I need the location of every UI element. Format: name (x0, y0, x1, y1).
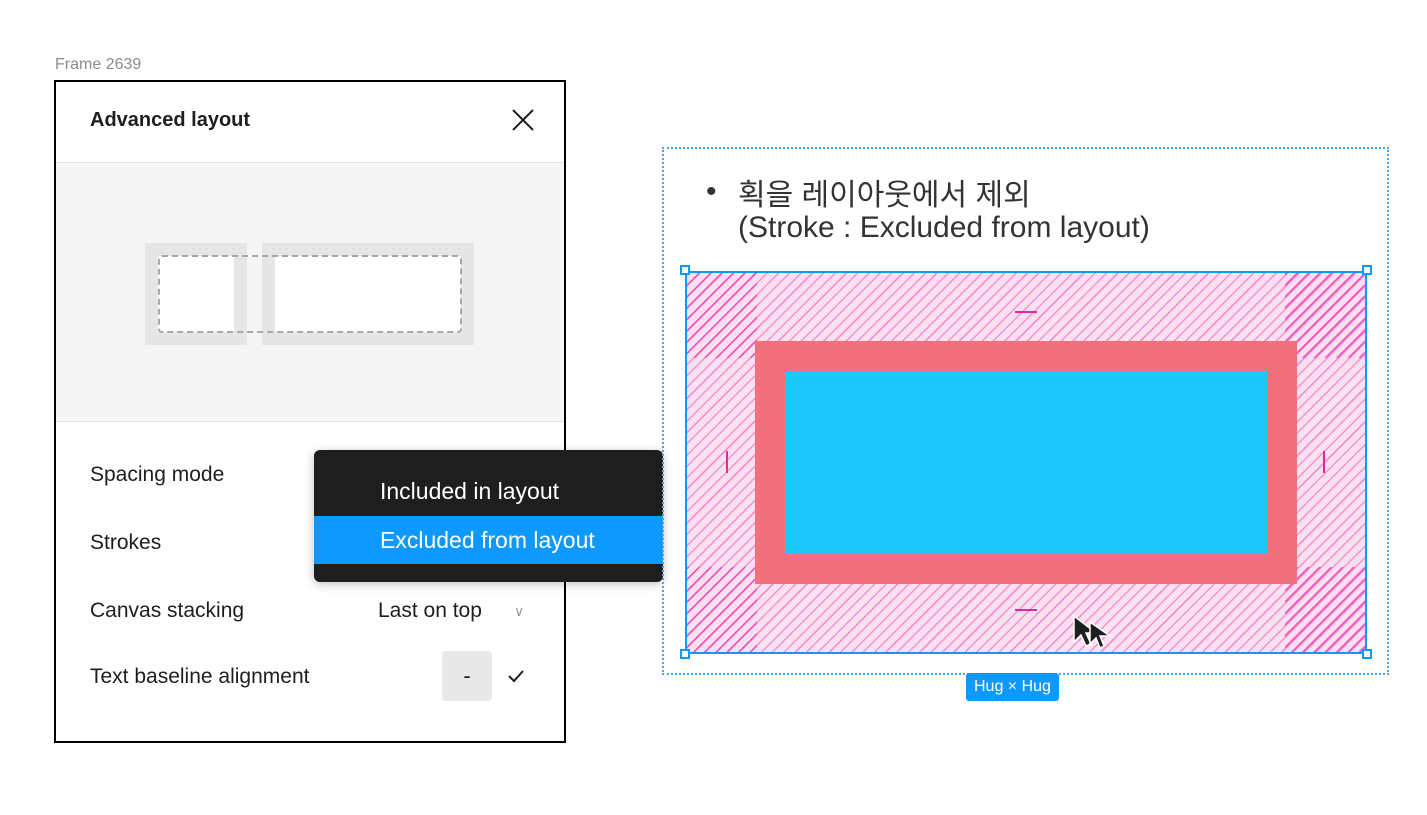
menu-item-excluded-from-layout[interactable]: Excluded from layout (314, 516, 663, 564)
advanced-layout-panel: Advanced layout Spacing mode Strokes Can… (54, 80, 566, 743)
note-bullet: • (706, 175, 717, 208)
panel-title: Advanced layout (90, 109, 251, 131)
padding-corner (687, 567, 757, 652)
preview-bounds-outline (158, 255, 462, 333)
close-icon (512, 109, 534, 131)
chevron-down-icon[interactable]: ∨ (514, 603, 524, 620)
resize-handle-bottom-right[interactable] (1362, 649, 1372, 659)
spacing-mode-label: Spacing mode (90, 463, 225, 486)
text-baseline-toggle[interactable]: - (442, 651, 492, 701)
child-fill[interactable] (785, 371, 1267, 554)
text-baseline-label: Text baseline alignment (90, 665, 310, 688)
resize-handle-bottom-left[interactable] (680, 649, 690, 659)
padding-handle-top[interactable] (1015, 311, 1037, 313)
close-button[interactable] (508, 106, 538, 136)
resize-handle-top-left[interactable] (680, 265, 690, 275)
menu-item-included-in-layout[interactable]: Included in layout (314, 467, 663, 515)
padding-corner (1285, 273, 1365, 358)
panel-header: Advanced layout (56, 82, 564, 163)
size-badge: Hug × Hug (966, 673, 1059, 701)
move-cursor-icon (1073, 614, 1113, 650)
resize-handle-top-right[interactable] (1362, 265, 1372, 275)
frame-label[interactable]: Frame 2639 (55, 56, 141, 74)
layout-preview (56, 163, 564, 422)
padding-handle-right[interactable] (1323, 451, 1325, 473)
padding-corner (687, 273, 757, 358)
padding-corner (1285, 567, 1365, 652)
canvas-stacking-label: Canvas stacking (90, 599, 245, 622)
strokes-label: Strokes (90, 531, 162, 554)
strokes-dropdown-menu: Included in layout Excluded from layout (314, 450, 663, 582)
note-text-korean[interactable]: 획을 레이아웃에서 제외 (738, 170, 1031, 214)
canvas-stacking-select[interactable]: Last on top (378, 599, 482, 623)
note-text-english[interactable]: (Stroke : Excluded from layout) (738, 211, 1150, 245)
check-icon[interactable] (506, 666, 526, 686)
padding-handle-bottom[interactable] (1015, 609, 1037, 611)
padding-handle-left[interactable] (726, 451, 728, 473)
